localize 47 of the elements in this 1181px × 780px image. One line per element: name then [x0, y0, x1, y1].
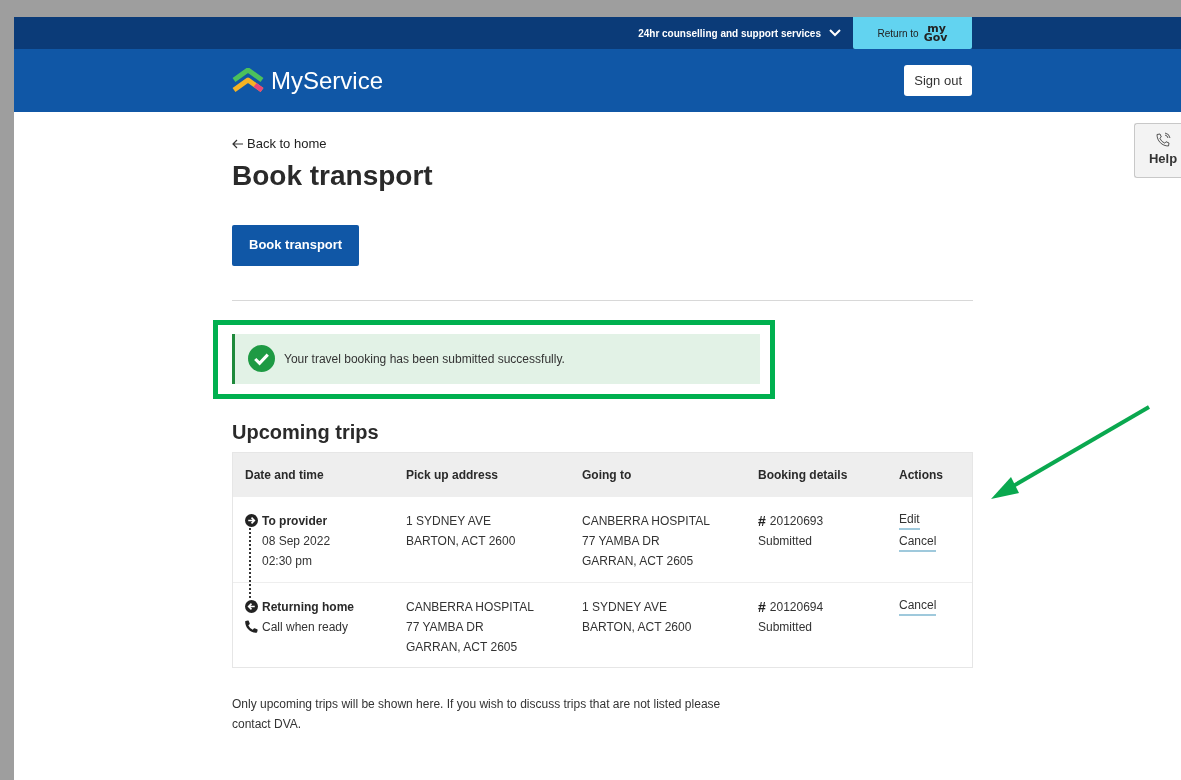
address-line: BARTON, ACT 2600	[406, 532, 517, 550]
phone-icon	[245, 620, 258, 633]
section-heading: Upcoming trips	[232, 419, 380, 445]
column-header: Going to	[582, 466, 633, 484]
book-transport-button[interactable]: Book transport	[232, 224, 360, 266]
booking-status: Submitted	[758, 532, 813, 550]
trip-time: Call when ready	[262, 618, 349, 636]
column-header: Date and time	[245, 466, 325, 484]
column-header: Pick up address	[406, 466, 500, 484]
address-line: 77 YAMBA DR	[406, 618, 485, 636]
address-line: 77 YAMBA DR	[582, 532, 661, 550]
hash-icon: #	[758, 596, 766, 617]
address-line: 1 SYDNEY AVE	[582, 598, 668, 616]
trip-time: 08 Sep 2022	[262, 532, 331, 550]
footnote: Only upcoming trips will be shown here. If you wish to discuss trips that are not listed please contact DVA.	[232, 695, 722, 733]
logo-icon	[231, 67, 265, 94]
action-link[interactable]: Edit	[899, 510, 920, 530]
booking-status: Submitted	[758, 618, 813, 636]
address-line: CANBERRA HOSPITAL	[582, 512, 711, 530]
address-line: 1 SYDNEY AVE	[406, 512, 492, 530]
arrow-left-icon	[232, 138, 244, 149]
address-line: GARRAN, ACT 2605	[582, 552, 695, 570]
success-message: Your travel booking has been submitted successfully.	[284, 350, 565, 368]
help-tab[interactable]: Help	[1134, 123, 1181, 178]
address-line: BARTON, ACT 2600	[582, 618, 693, 636]
booking-number: 20120694	[769, 598, 824, 616]
back-link[interactable]: Back to home	[232, 134, 973, 154]
arrow-right-circle-icon	[245, 514, 258, 527]
action-link[interactable]: Cancel	[899, 596, 937, 616]
chevron-down-icon	[829, 29, 841, 37]
address-line: CANBERRA HOSPITAL	[406, 598, 535, 616]
support-menu[interactable]: 24hr counselling and support services	[638, 17, 841, 49]
column-header: Booking details	[758, 466, 849, 484]
page-title: Book transport	[232, 158, 434, 193]
trip-direction: To provider	[262, 512, 328, 530]
action-link[interactable]: Cancel	[899, 532, 937, 552]
check-circle-icon	[248, 345, 275, 372]
address-line: GARRAN, ACT 2605	[406, 638, 519, 656]
arrow-left-circle-icon	[245, 600, 258, 613]
brand-name: MyService	[271, 65, 384, 96]
booking-number: 20120693	[769, 512, 824, 530]
sign-out-button[interactable]: Sign out	[904, 65, 972, 96]
trip-time: 02:30 pm	[262, 552, 313, 570]
phone-icon	[1155, 132, 1171, 149]
trip-direction: Returning home	[262, 598, 354, 616]
column-header: Actions	[899, 466, 944, 484]
hash-icon: #	[758, 510, 766, 531]
